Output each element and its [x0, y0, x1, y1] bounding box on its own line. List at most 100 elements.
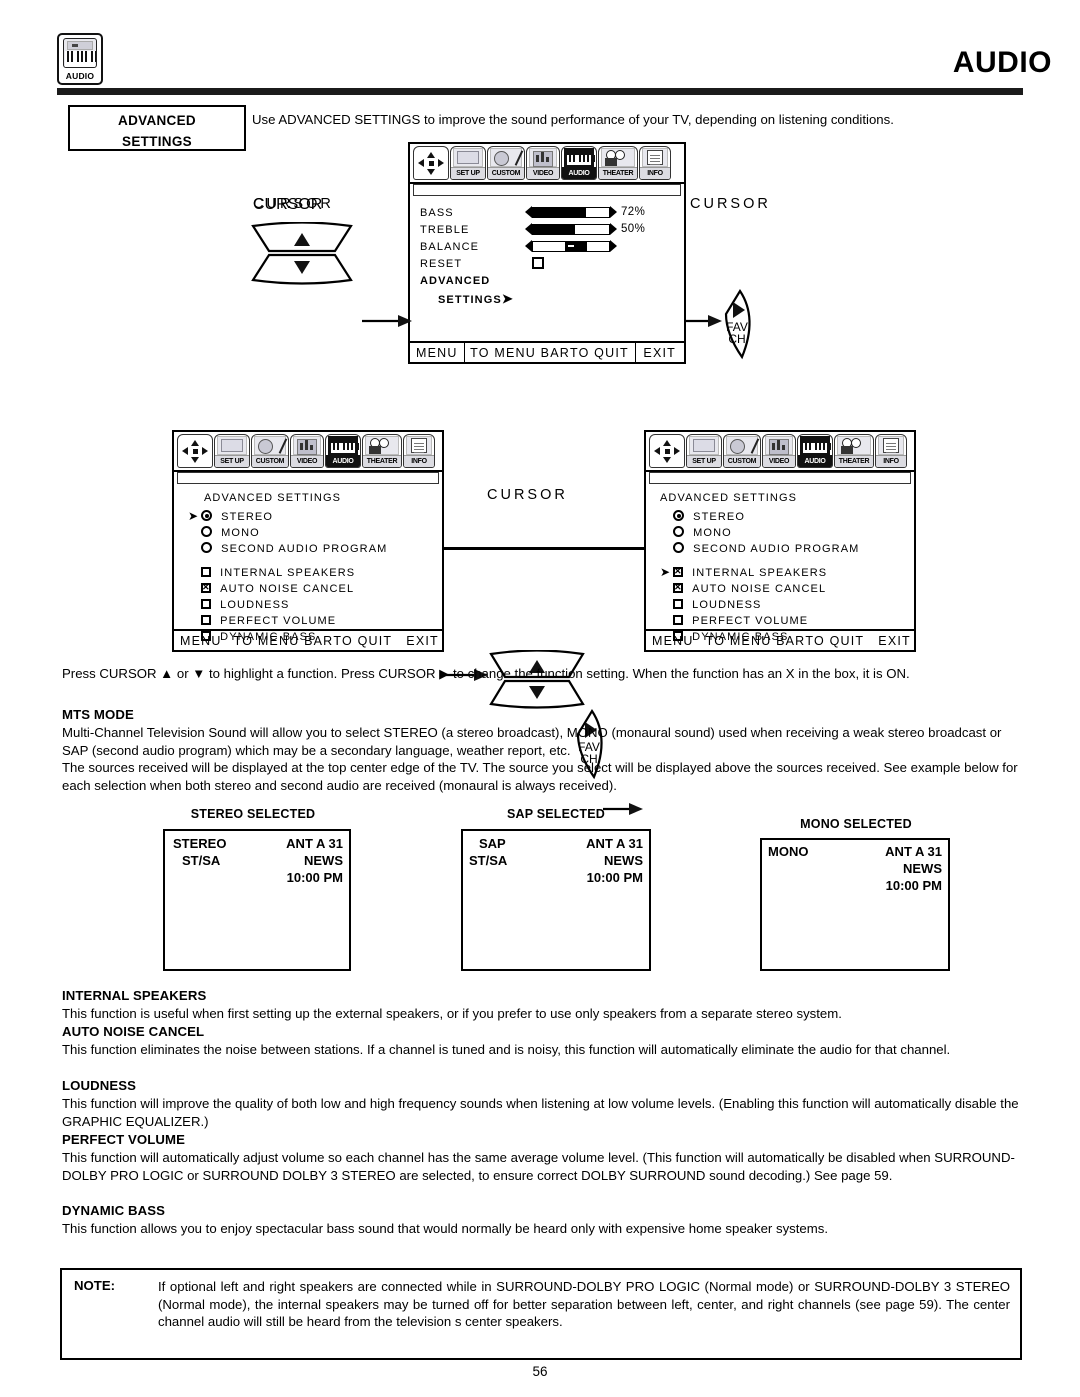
option-mono[interactable]: MONO — [188, 525, 260, 539]
menu-item-setup[interactable]: SET UP — [686, 434, 722, 468]
video-bars-icon — [293, 436, 321, 455]
mts-left-line1: SAP — [479, 836, 506, 851]
video-bars-icon — [765, 436, 793, 455]
bottom-bar-menu[interactable]: MENU — [416, 346, 458, 360]
bass-slider[interactable]: 72% — [525, 206, 645, 218]
menu-item-custom[interactable]: CUSTOM — [723, 434, 761, 468]
toggle-auto-noise-cancel[interactable]: AUTO NOISE CANCEL — [188, 581, 354, 595]
toggle-internal-speakers[interactable]: INTERNAL SPEAKERS — [188, 565, 355, 579]
menu-item-info[interactable]: INFO — [639, 146, 671, 180]
checkbox-icon[interactable] — [201, 615, 211, 625]
osd-title: ADVANCED SETTINGS — [660, 492, 798, 504]
info-document-icon — [642, 148, 668, 167]
menu-item-info[interactable]: INFO — [403, 434, 435, 468]
menu-item-theater[interactable]: THEATER — [834, 434, 874, 468]
custom-palette-icon — [490, 148, 523, 167]
menu-item-audio[interactable]: AUDIO — [561, 146, 597, 180]
theater-camera-icon — [601, 148, 635, 167]
option-second-audio-program[interactable]: SECOND AUDIO PROGRAM — [188, 541, 387, 555]
checkbox-icon[interactable] — [201, 567, 211, 577]
option-stereo[interactable]: STEREO — [660, 509, 745, 523]
audio-keyboard-icon — [63, 38, 97, 68]
menu-item-video[interactable]: VIDEO — [290, 434, 324, 468]
info-document-icon — [406, 436, 432, 455]
osd-menu-bar[interactable]: SET UP CUSTOM VIDEO AUDIO THEATER INFO — [410, 144, 684, 196]
menu-item-info[interactable]: INFO — [875, 434, 907, 468]
mts-left-line1: MONO — [768, 844, 809, 859]
checkbox-icon[interactable] — [673, 599, 683, 609]
heading-perfect-volume: PERFECT VOLUME — [62, 1132, 186, 1147]
checkbox-icon[interactable] — [673, 582, 683, 593]
menu-item-setup[interactable]: SET UP — [214, 434, 250, 468]
osd-bottom-bar: MENU TO MENU BAR TO QUIT EXIT — [410, 341, 684, 362]
menu-item-custom[interactable]: CUSTOM — [251, 434, 289, 468]
menu-item-setup[interactable]: SET UP — [450, 146, 486, 180]
osd-menu-bar[interactable]: SET UP CUSTOM VIDEO AUDIO THEATER INFO — [646, 432, 914, 484]
option-stereo[interactable]: ➤ STEREO — [188, 509, 273, 523]
setup-icon — [453, 148, 483, 167]
menu-item-custom[interactable]: CUSTOM — [487, 146, 525, 180]
favch-key-right[interactable]: FAV CH — [718, 288, 1080, 360]
page-title: AUDIO — [952, 46, 1052, 79]
menu-item-audio[interactable]: AUDIO — [797, 434, 833, 468]
bottom-bar-exit[interactable]: EXIT — [643, 346, 676, 360]
mts-right-line2: NEWS — [903, 861, 942, 876]
toggle-loudness[interactable]: LOUDNESS — [188, 597, 289, 611]
menu-item-audio[interactable]: AUDIO — [325, 434, 361, 468]
menu-item-navpad[interactable] — [649, 434, 685, 468]
toggle-loudness[interactable]: LOUDNESS — [660, 597, 761, 611]
setup-icon — [689, 436, 719, 455]
radio-icon[interactable] — [673, 542, 684, 553]
toggle-perfect-volume[interactable]: PERFECT VOLUME — [660, 613, 808, 627]
bottom-bar-exit[interactable]: EXIT — [878, 634, 911, 648]
selection-pointer-icon: ➤ — [660, 565, 672, 579]
option-mono[interactable]: MONO — [660, 525, 732, 539]
radio-icon[interactable] — [201, 542, 212, 553]
bottom-bar-menu[interactable]: MENU — [652, 634, 694, 648]
mts-right-line2: NEWS — [304, 853, 343, 868]
checkbox-icon[interactable] — [201, 599, 211, 609]
paragraph-loudness: This function will improve the quality o… — [62, 1096, 1019, 1129]
radio-icon[interactable] — [201, 526, 212, 537]
radio-icon[interactable] — [673, 510, 684, 521]
checkbox-icon[interactable] — [673, 566, 683, 577]
bottom-bar-exit[interactable]: EXIT — [406, 634, 439, 648]
osd-menu-bar[interactable]: SET UP CUSTOM VIDEO AUDIO THEATER INFO — [174, 432, 442, 484]
menu-item-navpad[interactable] — [177, 434, 213, 468]
bottom-bar-menu[interactable]: MENU — [180, 634, 222, 648]
slider-right-arrow-icon[interactable] — [610, 206, 617, 218]
toggle-auto-noise-cancel[interactable]: AUTO NOISE CANCEL — [660, 581, 826, 595]
right-arrow-icon: ➤ — [501, 291, 514, 306]
osd-row-settings-label[interactable]: SETTINGS➤ — [438, 291, 514, 307]
cursor-label-left-text: CURSOR — [253, 196, 334, 212]
radio-icon[interactable] — [201, 510, 212, 521]
instructions-paragraph: Press CURSOR ▲ or ▼ to highlight a funct… — [62, 666, 910, 681]
setup-icon — [217, 436, 247, 455]
osd-row-bass-label[interactable]: BASS — [420, 207, 454, 219]
mts-caption-mono: MONO SELECTED — [800, 817, 912, 831]
toggle-internal-speakers[interactable]: ➤ INTERNAL SPEAKERS — [660, 565, 827, 579]
option-second-audio-program[interactable]: SECOND AUDIO PROGRAM — [660, 541, 859, 555]
heading-auto-noise-cancel: AUTO NOISE CANCEL — [62, 1024, 205, 1039]
custom-palette-icon — [726, 436, 759, 455]
checkbox-icon[interactable] — [673, 615, 683, 625]
mts-screen-sap: SAP ST/SA ANT A 31 NEWS 10:00 PM — [461, 829, 651, 971]
toggle-perfect-volume[interactable]: PERFECT VOLUME — [188, 613, 336, 627]
menu-item-navpad[interactable] — [413, 146, 449, 180]
cursor-label-right: CURSOR — [690, 196, 771, 212]
osd-advanced-right: SET UP CUSTOM VIDEO AUDIO THEATER INFO A… — [644, 430, 916, 652]
slider-left-arrow-icon[interactable] — [525, 206, 532, 218]
menu-item-video[interactable]: VIDEO — [762, 434, 796, 468]
paragraph-perfect-volume: This function will automatically adjust … — [62, 1150, 1015, 1183]
paragraph-dynamic-bass: This function allows you to enjoy specta… — [62, 1221, 829, 1236]
menu-item-theater[interactable]: THEATER — [362, 434, 402, 468]
mts-right-line2: NEWS — [604, 853, 643, 868]
checkbox-icon[interactable] — [201, 582, 211, 593]
menu-item-video[interactable]: VIDEO — [526, 146, 560, 180]
mts-left-line2: ST/SA — [182, 853, 221, 868]
mts-screen-mono: MONO ANT A 31 NEWS 10:00 PM — [760, 838, 950, 971]
menu-item-theater[interactable]: THEATER — [598, 146, 638, 180]
mts-right-line3: 10:00 PM — [286, 870, 343, 885]
radio-icon[interactable] — [673, 526, 684, 537]
cursor-updown-rocker[interactable] — [247, 222, 1080, 288]
